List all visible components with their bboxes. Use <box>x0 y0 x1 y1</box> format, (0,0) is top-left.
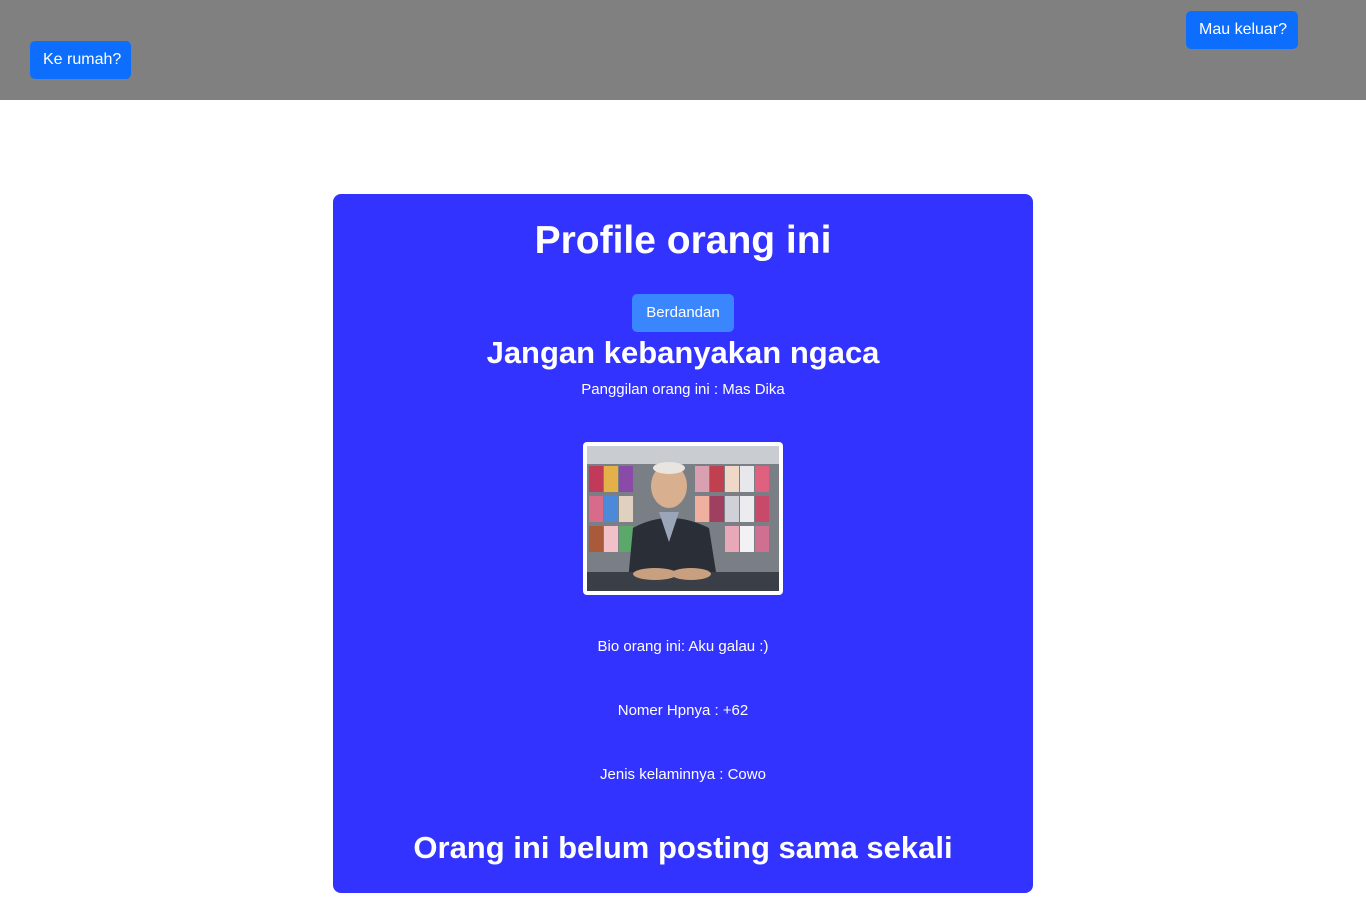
top-navbar: Ke rumah? Mau keluar? <box>0 0 1366 100</box>
gender-text: Jenis kelaminnya : Cowo <box>600 766 766 783</box>
profile-card: Profile orang ini Berdandan Jangan keban… <box>333 194 1033 893</box>
logout-button[interactable]: Mau keluar? <box>1186 11 1298 49</box>
profile-title: Profile orang ini <box>534 219 832 262</box>
no-posts-heading: Orang ini belum posting sama sekali <box>413 830 953 865</box>
phone-text: Nomer Hpnya : +62 <box>617 702 749 719</box>
nickname-text: Panggilan orang ini : Mas Dika <box>581 381 785 398</box>
home-button[interactable]: Ke rumah? <box>30 41 131 79</box>
profile-photo-frame <box>583 442 783 595</box>
bio-text: Bio orang ini: Aku galau :) <box>597 638 769 655</box>
profile-subtitle: Jangan kebanyakan ngaca <box>486 335 880 370</box>
profile-photo <box>587 446 779 591</box>
dress-up-button[interactable]: Berdandan <box>632 294 734 332</box>
